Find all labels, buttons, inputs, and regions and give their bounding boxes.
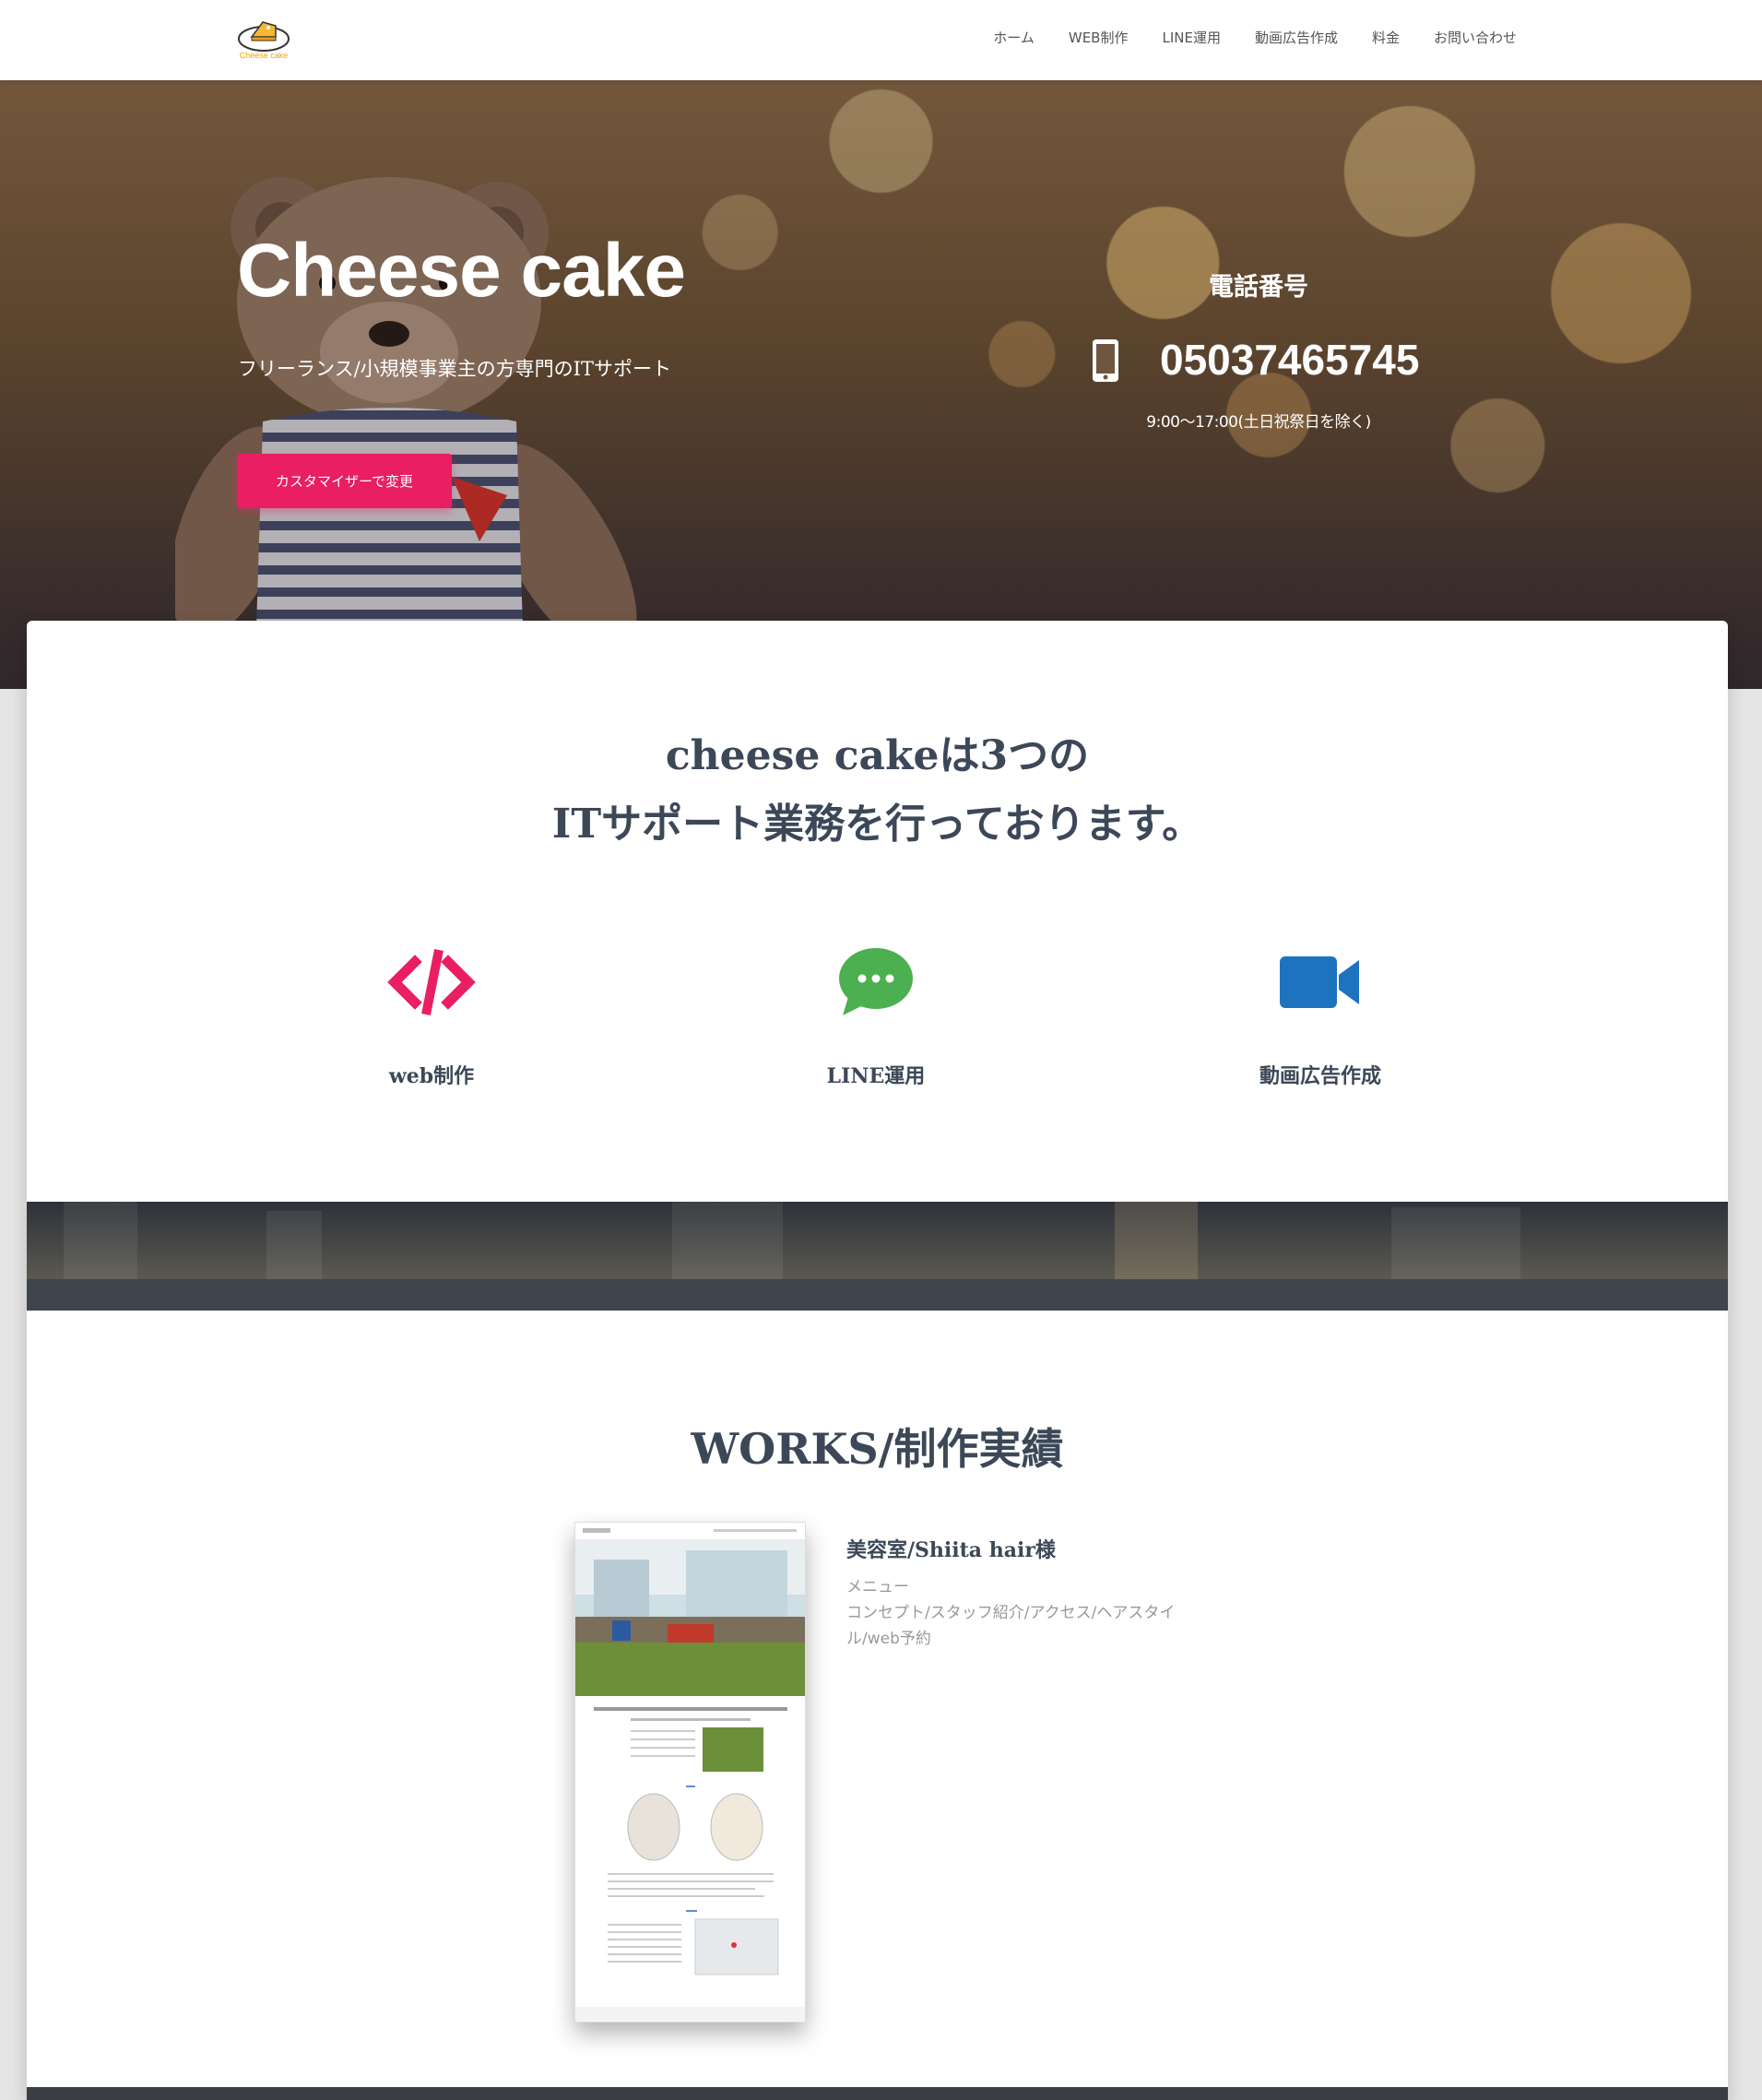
feature-label-web: web制作 bbox=[388, 1064, 475, 1088]
features-title-line1: cheese cakeは3つの bbox=[665, 732, 1090, 779]
phone-number[interactable]: 05037465745 bbox=[1160, 335, 1419, 385]
hero-overlay bbox=[0, 80, 1762, 689]
features-title-line2: ITサポート業務を行っております。 bbox=[551, 801, 1203, 848]
main-content-card: cheese cakeは3つの ITサポート業務を行っております。 web制作 … bbox=[27, 621, 1728, 2100]
feature-web: web制作 bbox=[293, 945, 570, 1089]
feature-line: LINE運用 bbox=[738, 945, 1014, 1089]
nav-item-contact[interactable]: お問い合わせ bbox=[1434, 28, 1517, 47]
phone-label: 電話番号 bbox=[1209, 273, 1308, 302]
nav-item-video-ads[interactable]: 動画広告作成 bbox=[1255, 28, 1338, 47]
works-title: WORKS/制作実績 bbox=[691, 1424, 1064, 1474]
city-parallax-band bbox=[27, 1202, 1728, 1311]
hero-cta-button[interactable]: カスタマイザーで変更 bbox=[237, 454, 452, 508]
logo-text: Cheese cake bbox=[239, 51, 289, 60]
nav-item-home[interactable]: ホーム bbox=[993, 28, 1035, 47]
navbar: Cheese cake ホーム WEB制作 LINE運用 動画広告作成 料金 お… bbox=[0, 0, 1762, 80]
website-screenshot-image bbox=[575, 1523, 805, 2022]
chat-bubble-icon bbox=[839, 948, 913, 1015]
work-thumbnail[interactable] bbox=[574, 1522, 806, 2023]
nav-item-web[interactable]: WEB制作 bbox=[1069, 28, 1129, 47]
work-item-title[interactable]: 美容室/Shiita hair様 bbox=[846, 1534, 1056, 1563]
hero-title: Cheese cake bbox=[237, 229, 686, 313]
site-logo[interactable]: Cheese cake bbox=[235, 17, 292, 63]
feature-label-line: LINE運用 bbox=[826, 1064, 926, 1088]
feature-label-video: 動画広告作成 bbox=[1259, 1064, 1381, 1088]
feature-video: 動画広告作成 bbox=[1182, 945, 1459, 1089]
nav-item-pricing[interactable]: 料金 bbox=[1372, 28, 1400, 47]
video-camera-icon bbox=[1280, 956, 1359, 1008]
cheesecake-logo-icon bbox=[238, 21, 290, 52]
main-nav: ホーム WEB制作 LINE運用 動画広告作成 料金 お問い合わせ bbox=[993, 28, 1517, 47]
hero-subtitle: フリーランス/小規模事業主の方専門のITサポート bbox=[238, 358, 671, 380]
nav-item-line[interactable]: LINE運用 bbox=[1162, 28, 1220, 47]
phone-hours: 9:00〜17:00(土日祝祭日を除く) bbox=[1146, 413, 1371, 432]
work-item-menu-label: メニュー bbox=[846, 1578, 909, 1596]
mobile-phone-icon bbox=[1093, 339, 1118, 382]
hero-section: Cheese cake フリーランス/小規模事業主の方専門のITサポート カスタ… bbox=[0, 80, 1762, 689]
code-icon bbox=[387, 949, 476, 1015]
work-item-description: コンセプト/スタッフ紹介/アクセス/ヘアスタイル/web予約 bbox=[846, 1604, 1176, 1648]
features-title: cheese cakeは3つの ITサポート業務を行っております。 bbox=[27, 722, 1728, 859]
next-section-band bbox=[27, 2087, 1728, 2100]
